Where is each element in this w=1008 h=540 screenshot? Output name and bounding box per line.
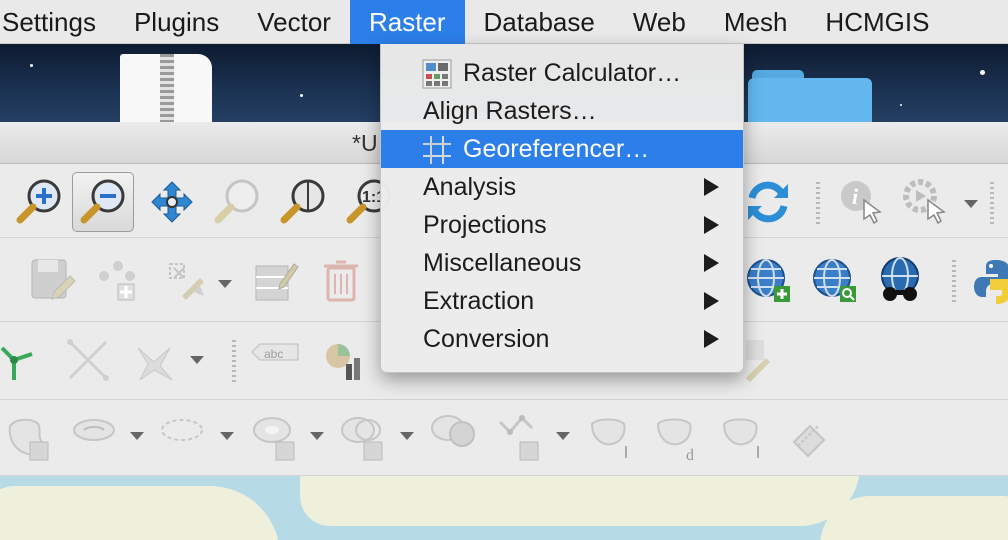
map-landmass — [820, 496, 1008, 540]
menu-item-label: Miscellaneous — [423, 249, 582, 277]
map-landmass — [300, 476, 860, 526]
menu-item-projections[interactable]: Projections — [381, 206, 743, 244]
reshape-dropdown-arrow[interactable] — [190, 356, 204, 364]
toolbar-grip[interactable] — [232, 340, 236, 382]
folder-icon[interactable] — [748, 78, 872, 122]
change-label-icon[interactable] — [742, 334, 794, 386]
menu-item-label: Georeferencer… — [463, 135, 650, 163]
menu-item-raster-calculator[interactable]: Raster Calculator… — [381, 54, 743, 92]
menu-settings[interactable]: Settings — [0, 0, 115, 44]
zoom-out-icon[interactable] — [78, 176, 130, 228]
menu-item-label: Conversion — [423, 325, 550, 353]
zip-archive-icon[interactable] — [120, 54, 212, 122]
simplify-feature-icon[interactable] — [158, 412, 210, 464]
vertex-tool-dropdown-arrow[interactable] — [218, 280, 232, 288]
rotate-dropdown-arrow[interactable] — [130, 432, 144, 440]
menu-web[interactable]: Web — [614, 0, 705, 44]
menu-plugins[interactable]: Plugins — [115, 0, 238, 44]
identify-features-icon[interactable]: i — [836, 176, 888, 228]
menu-raster[interactable]: Raster — [349, 0, 465, 44]
fill-ring-icon[interactable] — [338, 412, 390, 464]
modify-attributes-icon[interactable] — [250, 254, 302, 306]
menu-item-label: Align Rasters… — [423, 97, 597, 125]
digitize-points-icon[interactable] — [92, 254, 144, 306]
zoom-to-selection-icon[interactable] — [212, 176, 264, 228]
zoom-full-icon[interactable] — [146, 176, 198, 228]
submenu-arrow-icon — [704, 178, 719, 196]
menu-mesh[interactable]: Mesh — [705, 0, 807, 44]
add-ring-icon[interactable] — [250, 412, 302, 464]
save-edits-icon[interactable] — [26, 254, 78, 306]
menu-item-extraction[interactable]: Extraction — [381, 282, 743, 320]
menu-item-conversion[interactable]: Conversion — [381, 320, 743, 358]
star — [300, 94, 303, 97]
move-feature-icon[interactable] — [4, 412, 56, 464]
menu-item-label: Raster Calculator… — [463, 59, 682, 87]
georeferencer-icon — [421, 134, 453, 166]
submenu-arrow-icon — [704, 254, 719, 272]
submenu-arrow-icon — [704, 292, 719, 310]
svg-text:i: i — [852, 184, 859, 209]
rotate-feature-icon[interactable] — [70, 412, 122, 464]
menu-item-miscellaneous[interactable]: Miscellaneous — [381, 244, 743, 282]
window-title: *U — [352, 130, 378, 156]
toolbar-grip[interactable] — [990, 182, 994, 224]
action-dropdown-arrow[interactable] — [964, 200, 978, 208]
star — [30, 64, 33, 67]
menu-item-label: Extraction — [423, 287, 535, 315]
delete-part-icon[interactable] — [428, 412, 480, 464]
run-feature-action-icon[interactable] — [900, 176, 952, 228]
label-tool-icon[interactable]: abc — [250, 334, 302, 386]
simplify-dropdown-arrow[interactable] — [220, 432, 234, 440]
reshape-features-icon[interactable] — [130, 334, 182, 386]
merge-attributes-icon[interactable]: d — [652, 412, 704, 464]
vertex-tool-icon[interactable] — [160, 254, 212, 306]
menu-database[interactable]: Database — [465, 0, 614, 44]
advanced-editing-toolbar: d — [0, 400, 1008, 476]
fill-ring-dropdown-arrow[interactable] — [400, 432, 414, 440]
label-tool-text: abc — [264, 347, 283, 361]
zoom-in-icon[interactable] — [14, 176, 66, 228]
search-wms-layer-icon[interactable] — [808, 254, 860, 306]
star — [900, 104, 902, 106]
refresh-icon[interactable] — [742, 176, 794, 228]
advanced-digitizing-icon[interactable] — [0, 334, 46, 386]
raster-calculator-icon — [421, 58, 453, 90]
metasearch-icon[interactable] — [874, 254, 926, 306]
menu-vector[interactable]: Vector — [238, 0, 350, 44]
menu-hcmgis[interactable]: HCMGIS — [806, 0, 948, 44]
menu-bar: Settings Plugins Vector Raster Database … — [0, 0, 1008, 44]
python-console-icon[interactable] — [970, 254, 1008, 306]
map-canvas[interactable] — [0, 476, 1008, 540]
submenu-arrow-icon — [704, 330, 719, 348]
merge-features-icon[interactable] — [586, 412, 638, 464]
star — [980, 70, 985, 75]
toolbar-grip[interactable] — [816, 182, 820, 224]
menu-item-analysis[interactable]: Analysis — [381, 168, 743, 206]
add-ring-dropdown-arrow[interactable] — [310, 432, 324, 440]
menu-item-label: Projections — [423, 211, 547, 239]
map-landmass — [0, 486, 280, 540]
split-parts-icon[interactable] — [718, 412, 770, 464]
delete-selected-icon[interactable] — [316, 254, 368, 306]
toolbar-grip[interactable] — [952, 260, 956, 302]
diagram-tool-icon[interactable] — [318, 334, 370, 386]
split-features-icon[interactable] — [62, 334, 114, 386]
offset-curve-icon[interactable] — [494, 412, 546, 464]
svg-text:d: d — [686, 447, 694, 464]
menu-item-align-rasters[interactable]: Align Rasters… — [381, 92, 743, 130]
offset-dropdown-arrow[interactable] — [556, 432, 570, 440]
add-wms-layer-icon[interactable] — [742, 254, 794, 306]
raster-menu-dropdown: Raster Calculator… Align Rasters… Georef… — [380, 44, 744, 373]
zoom-to-layer-icon[interactable] — [278, 176, 330, 228]
trim-extend-icon[interactable] — [784, 412, 836, 464]
submenu-arrow-icon — [704, 216, 719, 234]
menu-item-georeferencer[interactable]: Georeferencer… — [381, 130, 743, 168]
menu-item-label: Analysis — [423, 173, 517, 201]
